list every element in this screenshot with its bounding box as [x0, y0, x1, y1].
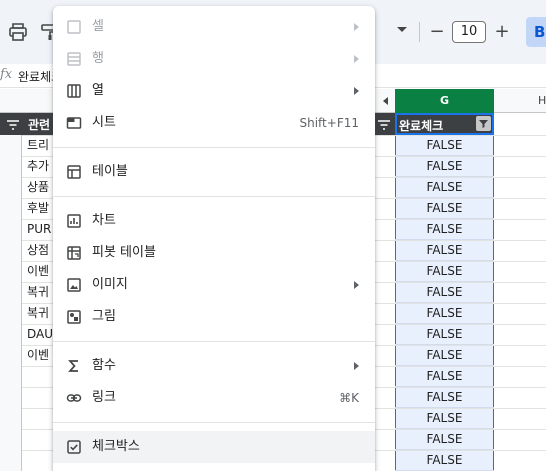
bold-button[interactable]: B	[526, 17, 546, 47]
table-cell[interactable]: 상점	[27, 240, 49, 261]
menu-item-cell: 셀	[53, 11, 375, 43]
completion-check-cell[interactable]: FALSE	[395, 261, 494, 282]
completion-check-cell[interactable]: FALSE	[395, 429, 494, 450]
fx-icon: fx	[0, 67, 13, 82]
filter-icon[interactable]	[6, 119, 20, 130]
menu-item-function[interactable]: 함수	[53, 350, 375, 382]
rows-icon	[66, 51, 82, 67]
menu-item-label: 셀	[92, 19, 104, 34]
menu-item-label: 이미지	[92, 277, 128, 292]
table-cell[interactable]: PUR	[27, 219, 51, 240]
menu-item-label: 링크	[92, 390, 116, 405]
menu-item-label: 피봇 테이블	[92, 245, 156, 260]
menu-item-label: 열	[92, 83, 104, 98]
column-header-h[interactable]: H	[538, 89, 546, 113]
menu-item-label: 행	[92, 51, 104, 66]
font-size-dropdown-caret[interactable]	[397, 27, 407, 32]
menu-item-shortcut: ⌘K	[339, 391, 359, 405]
menu-item-shortcut: Shift+F11	[299, 116, 359, 130]
table-cell[interactable]: DAU	[27, 324, 53, 345]
drawing-icon	[66, 309, 82, 325]
completion-check-cell[interactable]: FALSE	[395, 303, 494, 324]
table-cell[interactable]: 이벤	[27, 261, 49, 282]
submenu-arrow-icon	[354, 362, 359, 370]
sheet-tab-icon	[66, 115, 82, 131]
menu-divider	[53, 196, 375, 197]
menu-item-link[interactable]: 링크 ⌘K	[53, 382, 375, 414]
completion-check-cell[interactable]: FALSE	[395, 156, 494, 177]
table-cell[interactable]: 상품	[27, 177, 49, 198]
columns-icon	[66, 83, 82, 99]
insert-menu: 셀 행 열 시트 Shift+F11 테이블 차트 피봇 테이블 이미지 그림 …	[53, 6, 375, 471]
completion-check-cell[interactable]: FALSE	[395, 240, 494, 261]
menu-item-sheet[interactable]: 시트 Shift+F11	[53, 107, 375, 139]
completion-check-cell[interactable]: FALSE	[395, 324, 494, 345]
menu-item-row: 행	[53, 43, 375, 75]
checkbox-outline-icon	[66, 19, 82, 35]
image-icon	[66, 277, 82, 293]
table-cell[interactable]: 복귀	[27, 303, 49, 324]
completion-check-cell[interactable]: FALSE	[395, 366, 494, 387]
completion-check-cell[interactable]: FALSE	[395, 345, 494, 366]
completion-check-cell[interactable]: FALSE	[395, 177, 494, 198]
submenu-arrow-icon	[354, 23, 359, 31]
font-size-input[interactable]: 10	[452, 21, 486, 43]
completion-check-cell[interactable]: FALSE	[395, 219, 494, 240]
table-header-label: 관련	[28, 118, 51, 132]
menu-item-table[interactable]: 테이블	[53, 156, 375, 188]
increase-font-size-button[interactable]: +	[490, 20, 514, 44]
decrease-font-size-button[interactable]: −	[425, 20, 449, 44]
completion-check-cell[interactable]: FALSE	[395, 408, 494, 429]
menu-item-column[interactable]: 열	[53, 75, 375, 107]
print-icon[interactable]	[6, 20, 30, 44]
sigma-icon	[66, 358, 82, 374]
menu-item-label: 함수	[92, 358, 116, 373]
menu-item-label: 시트	[92, 115, 116, 130]
column-collapse-arrow-icon[interactable]	[383, 97, 388, 105]
menu-divider	[53, 147, 375, 148]
menu-divider	[53, 422, 375, 423]
table-cell[interactable]: 추가	[27, 156, 49, 177]
menu-item-image[interactable]: 이미지	[53, 269, 375, 301]
table-icon	[66, 164, 82, 180]
column-header-g[interactable]: G	[395, 89, 494, 113]
checkbox-icon	[66, 439, 82, 455]
filter-icon[interactable]	[377, 119, 391, 130]
submenu-arrow-icon	[354, 87, 359, 95]
menu-item-pivot-table[interactable]: 피봇 테이블	[53, 237, 375, 269]
completion-check-cell[interactable]: FALSE	[395, 450, 494, 471]
link-icon	[66, 390, 82, 406]
menu-divider	[53, 341, 375, 342]
menu-item-chart[interactable]: 차트	[53, 205, 375, 237]
completion-check-cell[interactable]: FALSE	[395, 282, 494, 303]
menu-item-checkbox[interactable]: 체크박스	[53, 431, 375, 463]
filter-funnel-icon[interactable]	[476, 116, 491, 131]
chart-icon	[66, 213, 82, 229]
menu-item-drawing[interactable]: 그림	[53, 301, 375, 333]
submenu-arrow-icon	[354, 55, 359, 63]
table-cell[interactable]: 복귀	[27, 282, 49, 303]
pivot-table-icon	[66, 245, 82, 261]
menu-item-label: 테이블	[92, 164, 128, 179]
row-number-column	[0, 113, 22, 471]
table-cell[interactable]: 트리	[27, 135, 49, 156]
completion-check-cell[interactable]: FALSE	[395, 198, 494, 219]
menu-item-label: 차트	[92, 213, 116, 228]
completion-check-cell[interactable]: FALSE	[395, 135, 494, 156]
table-cell[interactable]: 이벤	[27, 345, 49, 366]
table-cell[interactable]: 후발	[27, 198, 49, 219]
menu-item-label: 체크박스	[92, 439, 140, 454]
submenu-arrow-icon	[354, 281, 359, 289]
toolbar-divider	[419, 22, 420, 42]
completion-check-cell[interactable]: FALSE	[395, 387, 494, 408]
menu-item-label: 그림	[92, 309, 116, 324]
